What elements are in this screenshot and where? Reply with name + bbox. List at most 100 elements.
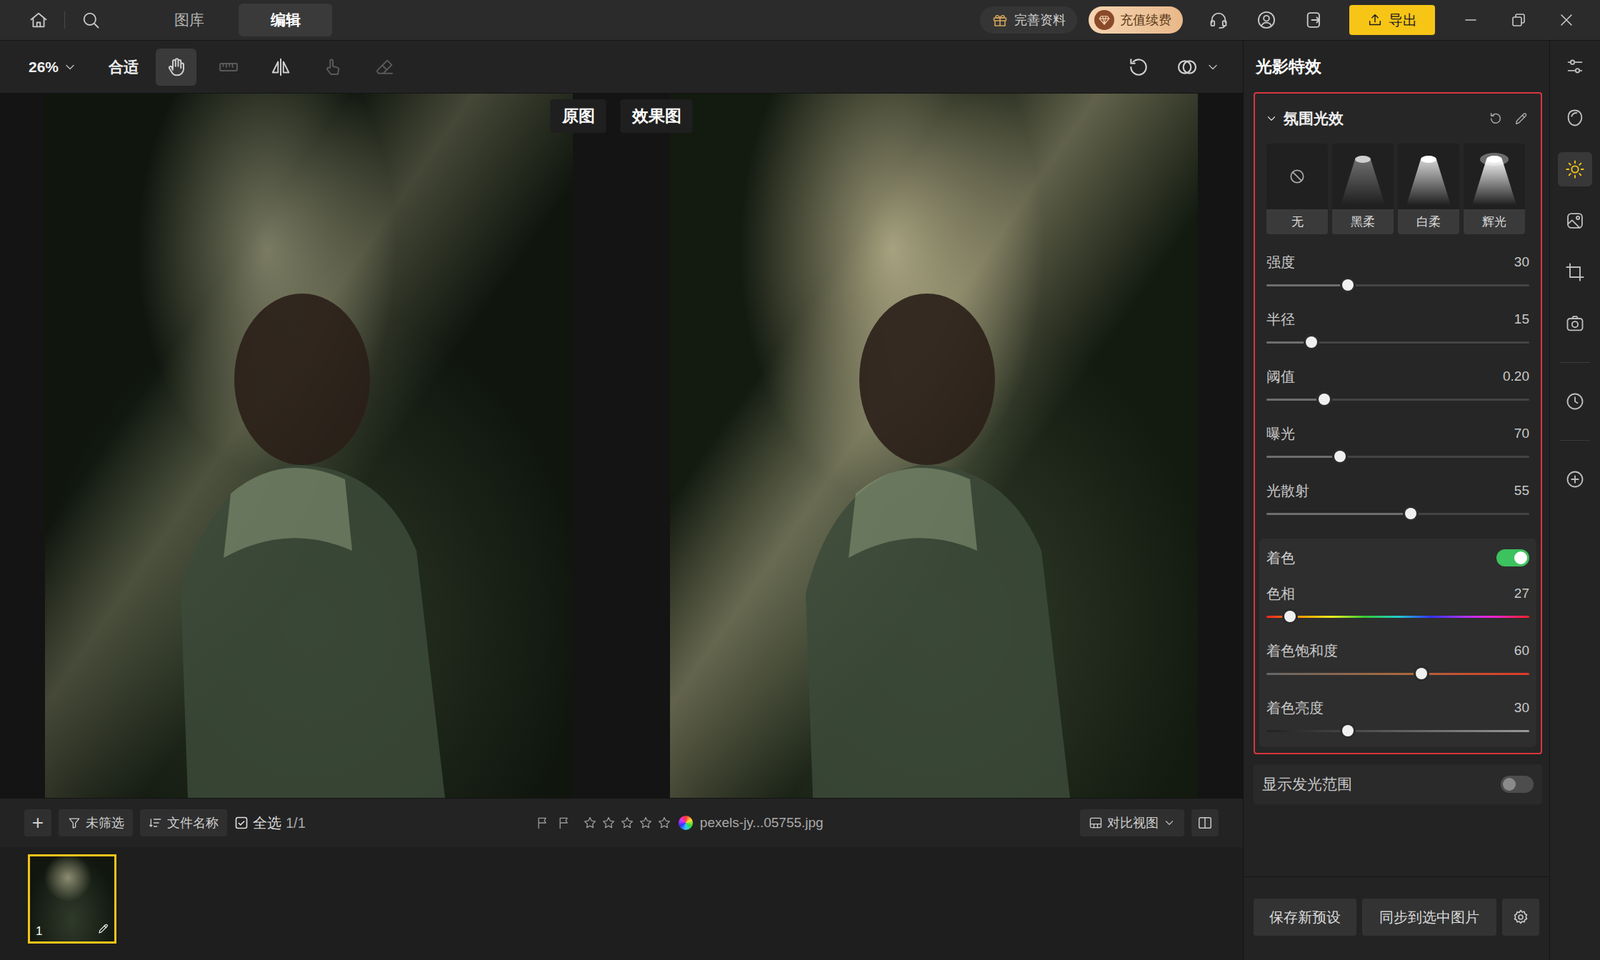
slider-track[interactable] xyxy=(1266,672,1530,675)
rail-item[interactable] xyxy=(1550,297,1600,350)
star-icon[interactable] xyxy=(582,815,598,830)
nav-tab[interactable]: 编辑 xyxy=(238,3,333,37)
compare-icon[interactable] xyxy=(1175,55,1199,79)
section-title[interactable]: 氛围光效 xyxy=(1283,107,1344,130)
slider-value[interactable]: 15 xyxy=(1514,309,1530,330)
rail-item[interactable] xyxy=(1550,143,1600,195)
flag-icon[interactable] xyxy=(535,815,550,830)
show-range-toggle[interactable] xyxy=(1500,775,1534,793)
edit-icon[interactable] xyxy=(1513,110,1530,127)
filter-button[interactable]: 未筛选 xyxy=(58,809,133,837)
rail-item[interactable] xyxy=(1550,453,1600,505)
rail-item[interactable] xyxy=(1550,195,1600,247)
logout-icon[interactable] xyxy=(1304,10,1325,30)
photo-view[interactable] xyxy=(670,93,1198,798)
profile-label[interactable]: 完善资料 xyxy=(1014,10,1066,30)
slider-track[interactable] xyxy=(1266,284,1530,287)
home-icon[interactable] xyxy=(28,10,49,30)
nav-tab[interactable]: 图库 xyxy=(142,3,236,37)
tint-toggle[interactable] xyxy=(1496,549,1530,567)
tool-button[interactable] xyxy=(155,48,197,86)
preset-label[interactable]: 辉光 xyxy=(1482,212,1507,232)
tool-button[interactable] xyxy=(260,48,301,86)
tab-label[interactable]: 编辑 xyxy=(270,8,301,32)
save-preset-button[interactable]: 保存新预设 xyxy=(1253,898,1357,936)
search-icon[interactable] xyxy=(80,10,101,30)
light-effect-icon[interactable] xyxy=(1565,159,1585,180)
color-label-icon[interactable] xyxy=(678,815,693,830)
slider-value[interactable]: 27 xyxy=(1514,583,1530,605)
add-label[interactable]: + xyxy=(32,807,44,838)
slider-knob[interactable] xyxy=(1415,667,1428,680)
chevron-icon[interactable] xyxy=(1205,60,1220,75)
rail-item[interactable] xyxy=(1550,40,1600,93)
sort-label[interactable]: 文件名称 xyxy=(167,813,219,833)
reset-view-icon[interactable] xyxy=(1127,55,1150,79)
rail-item[interactable] xyxy=(1550,92,1600,144)
slider-value[interactable]: 30 xyxy=(1514,252,1530,273)
photo-view[interactable] xyxy=(45,93,573,798)
slider-knob[interactable] xyxy=(1318,393,1330,405)
filter-label[interactable]: 未筛选 xyxy=(85,813,125,833)
sync-button[interactable]: 同步到选中图片 xyxy=(1362,898,1497,936)
sort-button[interactable]: 文件名称 xyxy=(140,809,228,837)
preset-label[interactable]: 白柔 xyxy=(1416,212,1441,232)
zoom-value[interactable]: 26% xyxy=(28,55,59,79)
image-icon[interactable] xyxy=(1565,210,1585,231)
preset-label[interactable]: 黑柔 xyxy=(1350,212,1375,232)
preset-label[interactable]: 无 xyxy=(1291,212,1304,232)
minimize-icon[interactable] xyxy=(1462,11,1480,29)
view-mode-select[interactable]: 对比视图 xyxy=(1080,809,1185,837)
slider-knob[interactable] xyxy=(1342,725,1354,737)
view-mode-label[interactable]: 对比视图 xyxy=(1107,813,1159,833)
light-preset[interactable]: 无 xyxy=(1266,143,1328,235)
expand-chevron-icon[interactable] xyxy=(1265,112,1278,125)
slider-value[interactable]: 60 xyxy=(1514,640,1530,662)
checkbox-icon[interactable] xyxy=(234,815,249,830)
rail-item[interactable] xyxy=(1550,375,1600,428)
profile-button[interactable]: 完善资料 xyxy=(980,6,1078,34)
chevron-icon[interactable] xyxy=(62,60,78,75)
close-icon[interactable] xyxy=(1557,11,1575,29)
select-all[interactable]: 全选1/1 xyxy=(234,812,306,834)
slider-knob[interactable] xyxy=(1405,507,1417,520)
crop-icon[interactable] xyxy=(1565,262,1585,283)
slider-knob[interactable] xyxy=(1284,610,1296,623)
light-preset[interactable]: 黑柔 xyxy=(1332,143,1394,235)
flip-icon[interactable] xyxy=(270,56,292,78)
reset-icon[interactable] xyxy=(1487,110,1504,127)
slider-knob[interactable] xyxy=(1334,450,1346,463)
thumbnail[interactable]: 1 xyxy=(27,854,117,944)
support-icon[interactable] xyxy=(1208,10,1229,30)
select-all-label[interactable]: 全选 xyxy=(252,812,282,834)
light-preset[interactable]: 白柔 xyxy=(1397,143,1460,235)
slider-track[interactable] xyxy=(1266,341,1530,344)
star-icon[interactable] xyxy=(620,815,635,830)
slider-track[interactable] xyxy=(1266,455,1530,458)
slider-knob[interactable] xyxy=(1305,336,1318,348)
export-label[interactable]: 导出 xyxy=(1388,9,1418,31)
save-preset-label[interactable]: 保存新预设 xyxy=(1269,906,1341,928)
reject-flag-icon[interactable] xyxy=(557,815,572,830)
split-view-button[interactable] xyxy=(1191,809,1219,837)
settings-button[interactable] xyxy=(1502,898,1540,936)
hand-icon[interactable] xyxy=(165,56,188,78)
adjust-icon[interactable] xyxy=(1565,56,1585,77)
star-rating[interactable] xyxy=(582,815,672,830)
star-icon[interactable] xyxy=(657,815,672,830)
slider-value[interactable]: 55 xyxy=(1514,480,1530,502)
canvas[interactable]: 原图效果图 xyxy=(0,93,1243,798)
camera-icon[interactable] xyxy=(1565,313,1585,334)
add-button[interactable]: + xyxy=(24,809,52,837)
zoom-select[interactable]: 26% xyxy=(28,55,78,79)
star-icon[interactable] xyxy=(638,815,653,830)
recharge-label[interactable]: 充值续费 xyxy=(1120,10,1172,30)
section-header[interactable]: 氛围光效 xyxy=(1255,93,1541,144)
slider-knob[interactable] xyxy=(1342,279,1354,291)
fit-button[interactable]: 合适 xyxy=(108,55,139,79)
slider-value[interactable]: 30 xyxy=(1514,697,1530,719)
slider-value[interactable]: 70 xyxy=(1514,423,1530,445)
history-icon[interactable] xyxy=(1565,391,1585,412)
export-button[interactable]: 导出 xyxy=(1349,5,1435,35)
star-icon[interactable] xyxy=(601,815,616,830)
